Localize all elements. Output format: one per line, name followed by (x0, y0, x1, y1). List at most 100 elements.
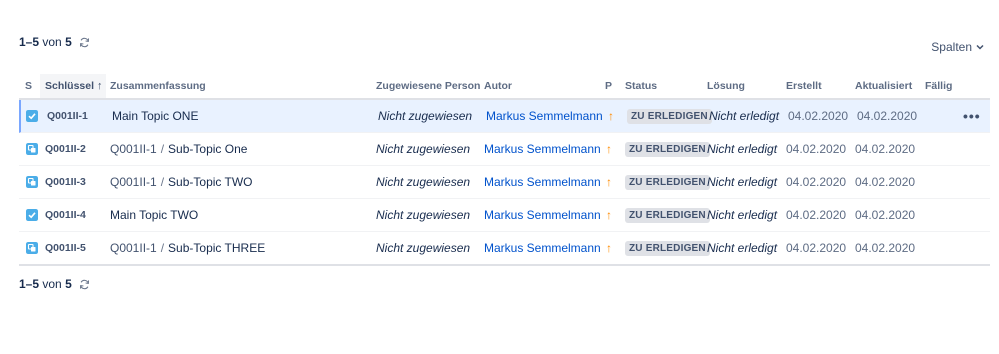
pagination-of: von (42, 35, 62, 49)
header-reporter[interactable]: Autor (484, 80, 512, 92)
header-key[interactable]: Schlüssel ↑ (45, 80, 103, 92)
chevron-down-icon (976, 44, 984, 50)
subtask-icon (26, 166, 38, 198)
refresh-icon[interactable] (79, 279, 90, 290)
priority-arrow-up-icon: ↑ (606, 175, 612, 189)
assignee-cell: Nicht zugewiesen (376, 142, 471, 156)
assignee-cell: Nicht zugewiesen (376, 175, 471, 189)
summary-cell: Q001II-1/Sub-Topic THREE (110, 232, 265, 264)
status-badge: ZU ERLEDIGEN (625, 240, 710, 256)
pagination-count-top: 1–5 von 5 (19, 35, 90, 49)
header-updated[interactable]: Aktualisiert (855, 80, 912, 92)
assignee-cell: Nicht zugewiesen (376, 208, 471, 222)
table-row[interactable]: Q001II-2 Q001II-1/Sub-Topic One Nicht zuge… (19, 133, 990, 166)
table-body: Q001II-1 Main Topic ONE Nicht zugewiesen Ma… (19, 100, 990, 266)
header-key-label: Schlüssel (45, 80, 95, 92)
created-date: 04.02.2020 (786, 175, 847, 189)
updated-date: 04.02.2020 (855, 208, 916, 222)
breadcrumb-separator: / (160, 175, 165, 189)
table-row[interactable]: Q001II-3 Q001II-1/Sub-Topic TWO Nicht zuge… (19, 166, 990, 199)
table-row[interactable]: Q001II-4 Main Topic TWO Nicht zugewiesen Ma… (19, 199, 990, 232)
summary-link[interactable]: Sub-Topic TWO (168, 175, 252, 189)
header-status[interactable]: Status (625, 80, 657, 92)
updated-date: 04.02.2020 (855, 142, 916, 156)
refresh-icon[interactable] (79, 37, 90, 48)
summary-link[interactable]: Main Topic ONE (112, 109, 198, 123)
resolution-cell: Nicht erledigt (707, 142, 778, 156)
issue-key-link[interactable]: Q001II-4 (45, 199, 86, 231)
priority-arrow-up-icon: ↑ (606, 241, 612, 255)
status-badge: ZU ERLEDIGEN (625, 141, 710, 157)
summary-link[interactable]: Sub-Topic THREE (168, 241, 265, 255)
reporter-link[interactable]: Markus Semmelmann (486, 100, 603, 132)
priority-arrow-up-icon: ↑ (606, 208, 612, 222)
reporter-link[interactable]: Markus Semmelmann (484, 199, 601, 231)
summary-link[interactable]: Main Topic TWO (110, 208, 198, 222)
resolution-cell: Nicht erledigt (707, 175, 778, 189)
table-row[interactable]: Q001II-1 Main Topic ONE Nicht zugewiesen Ma… (19, 100, 990, 133)
updated-date: 04.02.2020 (857, 109, 918, 123)
subtask-icon (26, 232, 38, 264)
status-cell: ZU ERLEDIGEN (625, 166, 710, 198)
header-due[interactable]: Fällig (925, 80, 952, 92)
header-resolution[interactable]: Lösung (707, 80, 745, 92)
parent-issue-link[interactable]: Q001II-1 (110, 241, 157, 255)
updated-date: 04.02.2020 (855, 241, 916, 255)
reporter-link[interactable]: Markus Semmelmann (484, 166, 601, 198)
resolution-cell: Nicht erledigt (709, 109, 780, 123)
issue-table: S Schlüssel ↑ Zusammenfassung Zugewiesen… (19, 74, 990, 266)
updated-date: 04.02.2020 (855, 175, 916, 189)
issue-key-link[interactable]: Q001II-3 (45, 166, 86, 198)
summary-cell: Q001II-1/Sub-Topic One (110, 133, 247, 165)
header-priority[interactable]: P (605, 80, 612, 92)
more-actions-icon[interactable]: ••• (963, 100, 981, 132)
created-date: 04.02.2020 (786, 208, 847, 222)
status-cell: ZU ERLEDIGEN (625, 133, 710, 165)
parent-issue-link[interactable]: Q001II-1 (110, 175, 157, 189)
pagination-of: von (42, 277, 62, 291)
issue-key-link[interactable]: Q001II-2 (45, 133, 86, 165)
table-header: S Schlüssel ↑ Zusammenfassung Zugewiesen… (19, 74, 990, 100)
parent-issue-link[interactable]: Q001II-1 (110, 142, 157, 156)
status-cell: ZU ERLEDIGEN (627, 100, 712, 132)
pagination-total: 5 (65, 35, 72, 49)
header-assignee[interactable]: Zugewiesene Person (376, 80, 480, 92)
resolution-cell: Nicht erledigt (707, 241, 778, 255)
pagination-count-bottom: 1–5 von 5 (19, 277, 90, 291)
created-date: 04.02.2020 (788, 109, 849, 123)
task-checkbox-icon (26, 199, 38, 231)
columns-button-label: Spalten (931, 40, 972, 54)
created-date: 04.02.2020 (786, 142, 847, 156)
pagination-range: 1–5 (19, 277, 40, 291)
status-badge: ZU ERLEDIGEN (625, 207, 710, 223)
breadcrumb-separator: / (160, 142, 165, 156)
summary-cell: Main Topic TWO (110, 199, 198, 231)
status-cell: ZU ERLEDIGEN (625, 199, 710, 231)
columns-button[interactable]: Spalten (931, 40, 984, 54)
pagination-range: 1–5 (19, 35, 40, 49)
summary-link[interactable]: Sub-Topic One (168, 142, 247, 156)
header-type[interactable]: S (25, 80, 32, 92)
table-row[interactable]: Q001II-5 Q001II-1/Sub-Topic THREE Nicht zu… (19, 232, 990, 266)
breadcrumb-separator: / (160, 241, 165, 255)
header-created[interactable]: Erstellt (786, 80, 822, 92)
status-badge: ZU ERLEDIGEN (625, 174, 710, 190)
assignee-cell: Nicht zugewiesen (376, 241, 471, 255)
summary-cell: Q001II-1/Sub-Topic TWO (110, 166, 253, 198)
subtask-icon (26, 133, 38, 165)
reporter-link[interactable]: Markus Semmelmann (484, 232, 601, 264)
summary-cell: Main Topic ONE (112, 100, 198, 132)
assignee-cell: Nicht zugewiesen (378, 109, 473, 123)
reporter-link[interactable]: Markus Semmelmann (484, 133, 601, 165)
created-date: 04.02.2020 (786, 241, 847, 255)
sort-ascending-icon: ↑ (97, 79, 103, 92)
status-badge: ZU ERLEDIGEN (627, 108, 712, 124)
priority-arrow-up-icon: ↑ (608, 109, 614, 123)
issue-key-link[interactable]: Q001II-5 (45, 232, 86, 264)
resolution-cell: Nicht erledigt (707, 208, 778, 222)
issue-key-link[interactable]: Q001II-1 (47, 100, 88, 132)
pagination-total: 5 (65, 277, 72, 291)
task-checkbox-icon (26, 100, 38, 132)
priority-arrow-up-icon: ↑ (606, 142, 612, 156)
header-summary[interactable]: Zusammenfassung (110, 80, 206, 92)
